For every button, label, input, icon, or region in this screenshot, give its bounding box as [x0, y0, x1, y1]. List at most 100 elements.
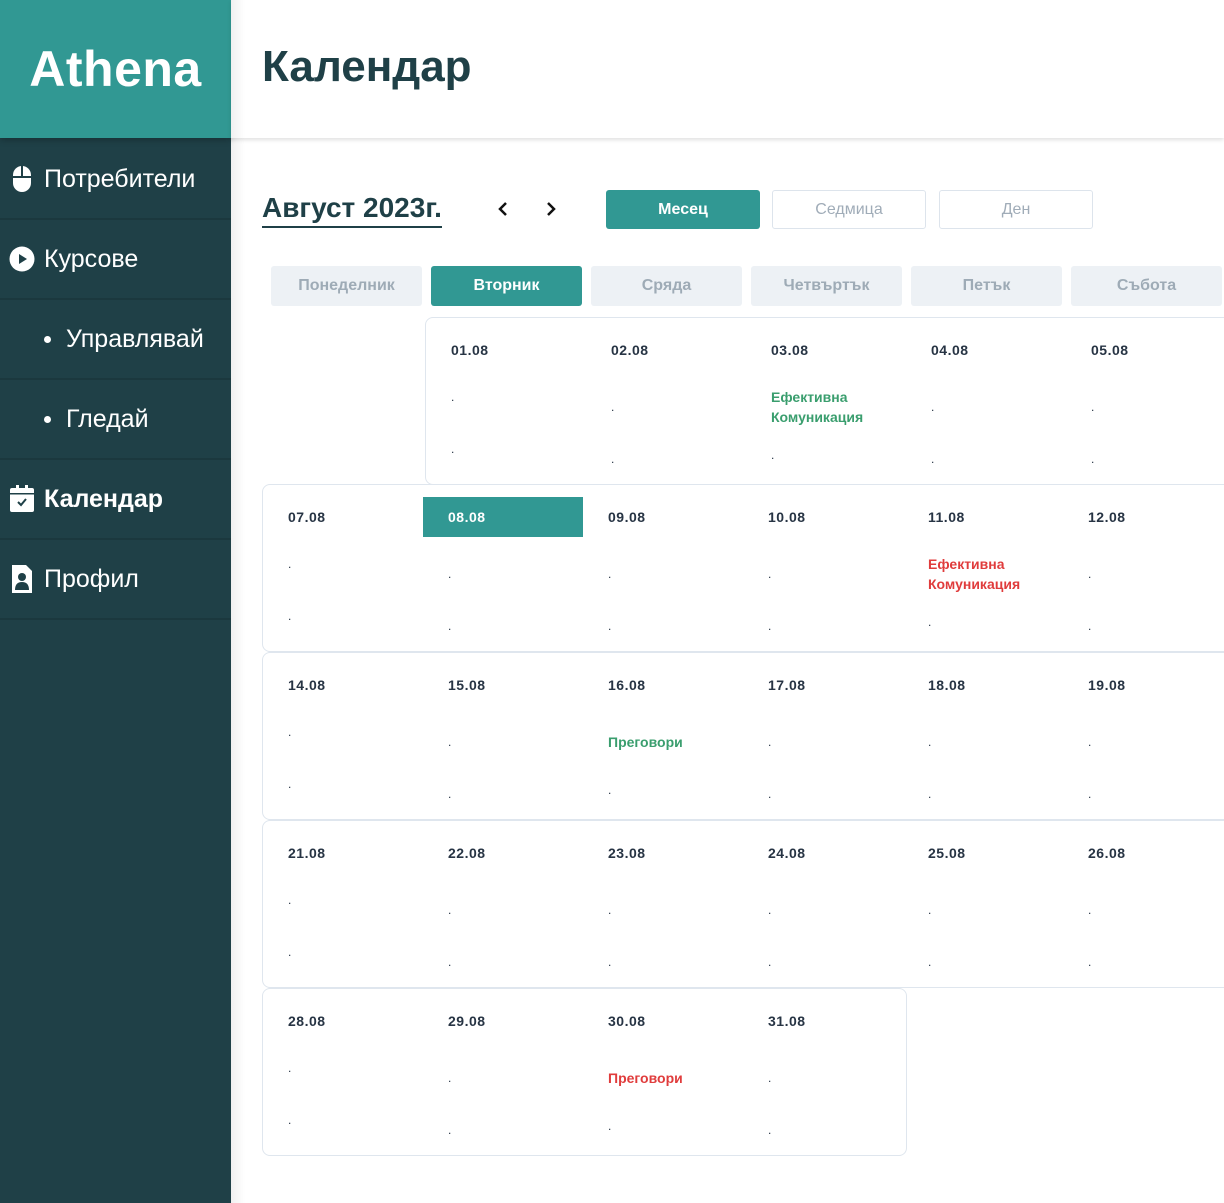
empty-slot: .	[768, 787, 772, 801]
day-cell[interactable]: 24.08..	[743, 821, 903, 981]
sidebar-item-courses[interactable]: Курсове	[0, 220, 231, 300]
day-date: 05.08	[1091, 342, 1129, 358]
day-cell[interactable]: 29.08..	[423, 989, 583, 1149]
day-date: 23.08	[608, 845, 646, 861]
day-cell[interactable]: 30.08 Преговори.	[583, 989, 743, 1149]
sidebar-item-label: Календар	[44, 484, 164, 513]
empty-slot: .	[1091, 400, 1095, 414]
day-cell[interactable]: 14.08..	[263, 653, 423, 813]
day-cell[interactable]: 28.08..	[263, 989, 423, 1149]
day-cell[interactable]: 08.08..	[423, 485, 583, 645]
day-cell[interactable]: 12.08..	[1063, 485, 1223, 645]
day-date: 10.08	[768, 509, 806, 525]
day-cell[interactable]: 16.08 Преговори.	[583, 653, 743, 813]
day-cell[interactable]: 03.08 Ефективна Комуникация.	[746, 318, 906, 478]
weekday-tab[interactable]: Вторник	[431, 266, 582, 306]
day-date: 17.08	[768, 677, 806, 693]
empty-slot: .	[448, 955, 452, 969]
day-cell[interactable]: 17.08..	[743, 653, 903, 813]
day-cell[interactable]: 01.08..	[426, 318, 586, 478]
day-cell[interactable]: 09.08..	[583, 485, 743, 645]
day-date: 24.08	[768, 845, 806, 861]
day-date: 26.08	[1088, 845, 1126, 861]
day-date: 22.08	[448, 845, 486, 861]
prev-month-button[interactable]	[491, 197, 515, 221]
empty-slot: .	[768, 1123, 772, 1137]
day-date: 14.08	[288, 677, 326, 693]
empty-slot: .	[451, 390, 455, 404]
day-cell[interactable]: 04.08..	[906, 318, 1066, 478]
calendar-event[interactable]: Ефективна Комуникация	[928, 554, 1058, 594]
sidebar-item-manage[interactable]: Управлявай	[0, 300, 231, 380]
empty-slot: .	[288, 609, 292, 623]
next-month-button[interactable]	[539, 197, 563, 221]
empty-slot: .	[608, 903, 612, 917]
empty-slot: .	[931, 452, 935, 466]
view-month-button[interactable]: Месец	[606, 190, 760, 229]
chevron-right-icon	[547, 202, 556, 216]
sidebar-item-label: Курсове	[44, 244, 139, 273]
empty-slot: .	[771, 448, 775, 462]
day-cell[interactable]: 07.08..	[263, 485, 423, 645]
day-cell[interactable]: 25.08..	[903, 821, 1063, 981]
sidebar-item-users[interactable]: Потребители	[0, 140, 231, 220]
day-cell[interactable]: 10.08..	[743, 485, 903, 645]
day-cell[interactable]: 19.08..	[1063, 653, 1223, 813]
empty-slot: .	[448, 787, 452, 801]
week-row: 01.08.. 02.08.. 03.08 Ефективна Комуникация…	[425, 317, 1224, 485]
calendar-event[interactable]: Преговори	[608, 732, 738, 752]
empty-slot: .	[768, 955, 772, 969]
day-cell[interactable]: 26.08..	[1063, 821, 1223, 981]
weekday-tab[interactable]: Петък	[911, 266, 1062, 306]
empty-slot: .	[928, 955, 932, 969]
day-cell[interactable]: 31.08..	[743, 989, 903, 1149]
day-cell[interactable]: 15.08..	[423, 653, 583, 813]
view-week-button[interactable]: Седмица	[772, 190, 926, 229]
week-row: 07.08.. 08.08.. 09.08.. 10.08.. 11.08 Ефектив…	[262, 484, 1224, 652]
sidebar-item-label: Профил	[44, 564, 139, 593]
day-cell[interactable]: 05.08..	[1066, 318, 1224, 478]
day-cell[interactable]: 18.08..	[903, 653, 1063, 813]
weekday-tab[interactable]: Сряда	[591, 266, 742, 306]
empty-slot: .	[611, 452, 615, 466]
bullet-icon	[44, 335, 51, 343]
empty-slot: .	[768, 567, 772, 581]
empty-slot: .	[448, 619, 452, 633]
day-cell[interactable]: 11.08 Ефективна Комуникация.	[903, 485, 1063, 645]
empty-slot: .	[928, 615, 932, 629]
day-date: 03.08	[771, 342, 809, 358]
empty-slot: .	[288, 1113, 292, 1127]
empty-slot: .	[448, 1071, 452, 1085]
calendar-event[interactable]: Преговори	[608, 1068, 738, 1088]
day-date: 25.08	[928, 845, 966, 861]
sidebar-shadow	[231, 0, 245, 1203]
day-date: 16.08	[608, 677, 646, 693]
sidebar-item-calendar[interactable]: Календар	[0, 460, 231, 540]
calendar-event[interactable]: Ефективна Комуникация	[771, 387, 901, 427]
sidebar-item-watch[interactable]: Гледай	[0, 380, 231, 460]
page-title: Календар	[262, 42, 472, 91]
day-date: 15.08	[448, 677, 486, 693]
view-day-button[interactable]: Ден	[939, 190, 1093, 229]
empty-slot: .	[768, 619, 772, 633]
week-row: 14.08.. 15.08.. 16.08 Преговори. 17.08.. 18.0…	[262, 652, 1224, 820]
day-cell[interactable]: 22.08..	[423, 821, 583, 981]
empty-slot: .	[608, 619, 612, 633]
weekday-tab[interactable]: Четвъртък	[751, 266, 902, 306]
empty-slot: .	[928, 787, 932, 801]
day-cell[interactable]: 23.08..	[583, 821, 743, 981]
weekday-tab[interactable]: Събота	[1071, 266, 1222, 306]
bullet-icon	[44, 415, 51, 423]
day-date: 07.08	[288, 509, 326, 525]
day-cell[interactable]: 02.08..	[586, 318, 746, 478]
brand-logo[interactable]: Athena	[0, 0, 231, 138]
empty-slot: .	[768, 1071, 772, 1085]
day-cell[interactable]: 21.08..	[263, 821, 423, 981]
sidebar-item-label: Потребители	[44, 164, 196, 193]
empty-slot: .	[768, 735, 772, 749]
weekday-tab[interactable]: Понеделник	[271, 266, 422, 306]
sidebar-item-profile[interactable]: Профил	[0, 540, 231, 620]
month-label[interactable]: Август 2023г.	[262, 192, 442, 228]
empty-slot: .	[288, 1061, 292, 1075]
day-date: 02.08	[611, 342, 649, 358]
